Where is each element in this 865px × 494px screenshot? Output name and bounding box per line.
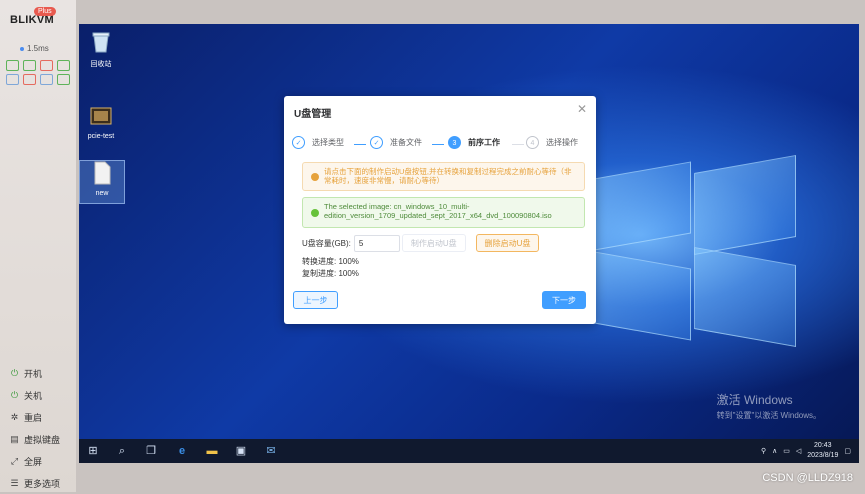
desktop-icon-label: pcie-test — [87, 133, 115, 140]
delete-boot-usb-button[interactable]: 删除启动U盘 — [475, 234, 540, 252]
storage-status-icon[interactable] — [40, 74, 53, 85]
file-explorer-icon[interactable]: ▬ — [205, 444, 219, 458]
plus-badge: Plus — [34, 7, 56, 16]
make-boot-usb-button[interactable]: 制作启动U盘 — [401, 234, 466, 252]
warning-text: 请点击下面的制作启动U盘按钮,并在转换和复制过程完成之前耐心等待（非常耗时，速度… — [324, 167, 572, 185]
menu-label: 重启 — [24, 412, 43, 423]
success-icon — [311, 208, 319, 217]
mail-icon[interactable]: ✉ — [264, 444, 278, 458]
step-connector — [432, 144, 444, 145]
activate-title: 激活 Windows — [716, 393, 793, 407]
power-status-icon[interactable] — [57, 74, 70, 85]
step-select-operation: 4 选择操作 — [526, 136, 578, 149]
taskbar-clock[interactable]: 20:43 2023/8/19 — [807, 441, 838, 461]
step-prepare-files: ✓ 准备文件 — [370, 136, 422, 149]
volume-icon[interactable]: ◁ — [796, 447, 801, 455]
wallpaper-pane — [694, 247, 796, 347]
prev-step-button[interactable]: 上一步 — [293, 291, 338, 309]
people-icon[interactable]: ⚲ — [761, 447, 766, 455]
latency-dot-icon — [20, 46, 24, 51]
warning-alert: 请点击下面的制作启动U盘按钮,并在转换和复制过程完成之前耐心等待（非常耗时，速度… — [302, 162, 585, 191]
network-status-icon[interactable] — [57, 60, 70, 71]
monitor-status-icon[interactable] — [23, 60, 36, 71]
desktop-icon-pcie-test[interactable]: pcie-test — [79, 104, 123, 140]
kvm-menu: ⏻ 开机 ⏻ 关机 ✲ 重启 ▤ 虚拟键盘 ⤢ 全屏 ☰ 更多选项 — [9, 362, 75, 494]
menu-restart[interactable]: ✲ 重启 — [9, 406, 75, 428]
steps-bar: ✓ 选择类型 ✓ 准备文件 3 前序工作 4 选择操作 — [292, 136, 592, 152]
step-preliminary-work: 3 前序工作 — [448, 136, 500, 149]
menu-fullscreen[interactable]: ⤢ 全屏 — [9, 450, 75, 472]
virtual-disk-icon: ▤ — [10, 433, 19, 444]
capacity-row: U盘容量(GB): 制作启动U盘 删除启动U盘 — [302, 234, 540, 252]
success-text: The selected image: cn_windows_10_multi-… — [324, 202, 552, 220]
clock-date: 2023/8/19 — [807, 452, 839, 459]
menu-label: 更多选项 — [24, 478, 61, 489]
desktop-icon-label: 回收站 — [90, 61, 112, 68]
step-label: 选择操作 — [546, 138, 578, 147]
menu-label: 全屏 — [24, 456, 43, 467]
keyboard-status-icon[interactable] — [6, 74, 19, 85]
fullscreen-icon: ⤢ — [10, 455, 19, 466]
desktop-icon-new[interactable]: new — [79, 160, 125, 204]
restart-icon: ✲ — [10, 411, 19, 422]
menu-more-options[interactable]: ☰ 更多选项 — [9, 472, 75, 494]
wallpaper-pane — [694, 155, 796, 255]
step-connector — [512, 144, 524, 145]
step-select-type: ✓ 选择类型 — [292, 136, 344, 149]
tray-chevron-icon[interactable]: ∧ — [772, 447, 777, 455]
warning-icon — [311, 172, 319, 181]
store-icon[interactable]: ▣ — [234, 444, 248, 458]
blank-file-icon — [94, 161, 111, 185]
hdmi-status-icon[interactable] — [6, 60, 19, 71]
mouse-status-icon[interactable] — [23, 74, 36, 85]
windows-start-icon[interactable]: ⊞ — [86, 444, 100, 458]
image-file-icon — [90, 107, 112, 125]
desktop-icon-label: new — [95, 190, 109, 197]
capacity-label: U盘容量(GB): — [302, 238, 351, 248]
next-step-button[interactable]: 下一步 — [542, 291, 586, 309]
capacity-input[interactable] — [353, 234, 400, 252]
notification-icon[interactable]: ▢ — [844, 447, 851, 455]
search-icon[interactable]: ⌕ — [115, 444, 129, 458]
activate-subtitle: 转到"设置"以激活 Windows。 — [716, 411, 821, 420]
menu-label: 关机 — [24, 390, 43, 401]
step-label: 前序工作 — [468, 138, 500, 147]
activate-windows-watermark: 激活 Windows 转到"设置"以激活 Windows。 — [717, 391, 821, 421]
menu-label: 虚拟键盘 — [24, 434, 61, 445]
network-tray-icon[interactable]: ▭ — [783, 447, 790, 455]
check-icon: ✓ — [292, 136, 305, 149]
step-connector — [354, 144, 366, 145]
latency-value: 1.5ms — [27, 44, 49, 53]
csdn-watermark: CSDN @LLDZ918 — [762, 472, 853, 484]
recycle-bin-icon — [92, 32, 110, 53]
status-icons — [6, 60, 70, 85]
taskbar: ⊞ ⌕ ❐ e ▬ ▣ ✉ ⚲ ∧ ▭ ◁ 20:43 2023/8/19 ▢ — [79, 439, 859, 463]
usb-manager-dialog: U盘管理 ✕ ✓ 选择类型 ✓ 准备文件 3 前序工作 4 选择操作 请点击下面的制作启… — [284, 96, 596, 324]
step-label: 准备文件 — [390, 138, 422, 147]
system-tray: ⚲ ∧ ▭ ◁ 20:43 2023/8/19 ▢ — [761, 441, 851, 461]
more-options-icon: ☰ — [10, 477, 19, 488]
step-number-icon: 4 — [526, 136, 539, 149]
latency-indicator: 1.5ms — [20, 44, 49, 53]
menu-virtual-keyboard[interactable]: ▤ 虚拟键盘 — [9, 428, 75, 450]
menu-power-off[interactable]: ⏻ 关机 — [9, 384, 75, 406]
menu-power-on[interactable]: ⏻ 开机 — [9, 362, 75, 384]
desktop-icon-recycle-bin[interactable]: 回收站 — [79, 30, 123, 69]
power-off-icon: ⏻ — [10, 389, 19, 400]
step-label: 选择类型 — [312, 138, 344, 147]
menu-label: 开机 — [24, 368, 43, 379]
task-view-icon[interactable]: ❐ — [144, 444, 158, 458]
convert-progress: 转换进度: 100% — [302, 257, 359, 266]
usb-status-icon[interactable] — [40, 60, 53, 71]
clock-time: 20:43 — [814, 442, 832, 449]
close-icon[interactable]: ✕ — [577, 102, 587, 116]
dialog-title: U盘管理 — [294, 109, 332, 120]
power-on-icon: ⏻ — [10, 367, 19, 378]
kvm-side-panel: BLIKVM Plus 1.5ms ⏻ 开机 ⏻ 关机 ✲ 重启 ▤ 虚拟键盘 ⤢ 全屏 … — [0, 0, 76, 492]
step-number-icon: 3 — [448, 136, 461, 149]
success-alert: The selected image: cn_windows_10_multi-… — [302, 197, 585, 228]
copy-progress: 复制进度: 100% — [302, 269, 359, 278]
check-icon: ✓ — [370, 136, 383, 149]
edge-icon[interactable]: e — [175, 444, 189, 458]
